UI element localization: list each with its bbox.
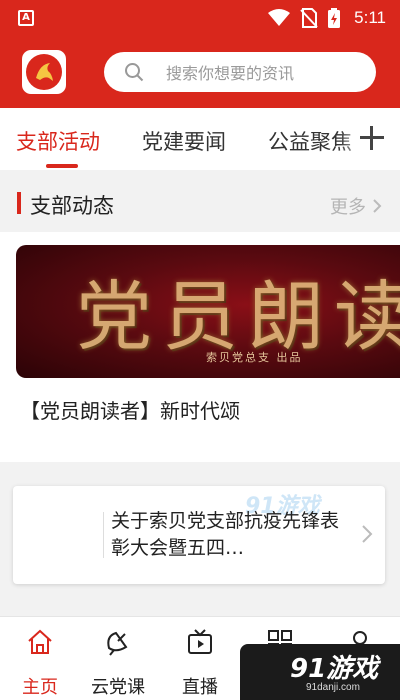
active-tab-indicator bbox=[46, 164, 78, 168]
nav-home-label: 主页 bbox=[22, 677, 58, 698]
tv-icon bbox=[188, 629, 212, 654]
search-placeholder: 搜索你想要的资讯 bbox=[166, 64, 295, 83]
wifi-icon bbox=[268, 9, 290, 26]
nav-home[interactable]: 主页 bbox=[8, 627, 72, 699]
banner-credit: 索贝党总支 出品 bbox=[206, 351, 303, 364]
section-title: 支部动态 bbox=[30, 194, 114, 218]
notice-text: 关于索贝党支部抗疫先锋表彰大会暨五四… bbox=[111, 510, 340, 559]
category-tabs: 支部活动 党建要闻 公益聚焦 bbox=[0, 108, 400, 170]
section-header: 支部动态 更多 bbox=[0, 178, 400, 230]
no-sim-icon bbox=[300, 8, 318, 28]
notice-card[interactable]: 91游戏 关于索贝党支部抗疫先锋表彰大会暨五四… bbox=[13, 486, 385, 584]
watermark-url: 91danji.com bbox=[306, 682, 360, 693]
nav-live-label: 直播 bbox=[182, 677, 218, 698]
status-bar: A 5:11 bbox=[0, 0, 400, 36]
battery-icon bbox=[328, 8, 340, 28]
more-label: 更多 bbox=[330, 197, 366, 218]
tab-branch-activities[interactable]: 支部活动 bbox=[16, 126, 100, 156]
status-time: 5:11 bbox=[354, 8, 386, 27]
nav-live[interactable]: 直播 bbox=[168, 627, 232, 699]
section-accent-bar bbox=[17, 192, 21, 214]
status-icons bbox=[268, 8, 340, 28]
satellite-dish-icon bbox=[107, 631, 128, 656]
notice-separator bbox=[103, 512, 104, 558]
watermark-badge: 91游戏 91danji.com bbox=[240, 644, 400, 700]
nav-cloud-class[interactable]: 云党课 bbox=[86, 627, 150, 699]
chevron-right-icon bbox=[362, 525, 373, 543]
home-icon bbox=[28, 629, 52, 654]
party-emblem-logo[interactable] bbox=[22, 50, 66, 94]
feature-article-card[interactable]: 党员朗读 索贝党总支 出品 【党员朗读者】新时代颂 bbox=[0, 232, 400, 462]
app-header: 搜索你想要的资讯 bbox=[0, 36, 400, 108]
watermark-logo-text: 91游戏 bbox=[290, 654, 379, 684]
nav-cloud-class-label: 云党课 bbox=[91, 677, 145, 698]
emblem-icon bbox=[26, 54, 62, 90]
tab-party-news[interactable]: 党建要闻 bbox=[142, 126, 226, 156]
more-link[interactable]: 更多 bbox=[330, 193, 382, 219]
search-bar[interactable]: 搜索你想要的资讯 bbox=[104, 52, 376, 92]
plus-icon[interactable] bbox=[358, 124, 386, 152]
notification-icon: A bbox=[18, 10, 34, 26]
search-icon bbox=[122, 60, 146, 84]
feature-banner-image[interactable]: 党员朗读 索贝党总支 出品 bbox=[16, 245, 400, 378]
chevron-right-icon bbox=[373, 199, 382, 213]
feature-caption[interactable]: 【党员朗读者】新时代颂 bbox=[20, 395, 240, 424]
